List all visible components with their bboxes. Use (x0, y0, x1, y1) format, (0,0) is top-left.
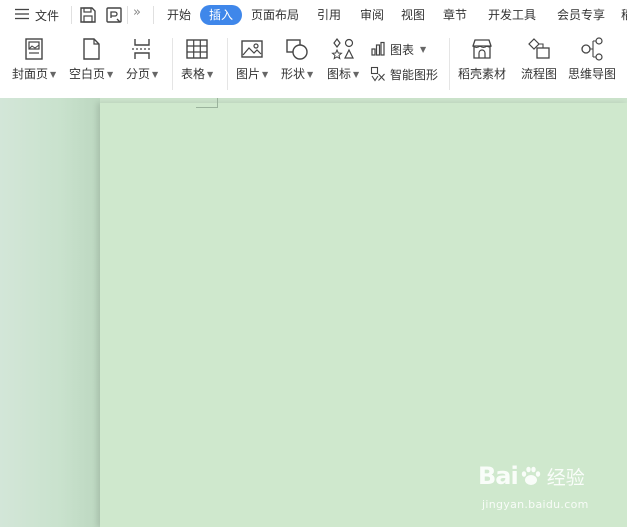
watermark-brand-right: 经验 (546, 466, 585, 489)
page-margin-corner-mark (196, 98, 218, 108)
watermark-url: jingyan.baidu.com (482, 498, 589, 511)
file-menu-label: 文件 (35, 8, 60, 23)
icon-library-label: 图标 (327, 67, 352, 81)
blank-page-icon (83, 38, 100, 60)
dropdown-caret-icon: ▼ (420, 44, 427, 54)
divider (153, 6, 154, 24)
blank-page-button[interactable]: 空白页 ▼ (69, 36, 113, 88)
more-tabs-button[interactable]: » (133, 5, 141, 21)
tab-member-exclusive[interactable]: 会员专享 (557, 7, 605, 23)
shape-label: 形状 (281, 67, 306, 81)
table-icon (186, 39, 208, 59)
divider (71, 6, 72, 24)
picture-icon (241, 40, 263, 58)
flowchart-icon (528, 38, 550, 59)
dropdown-caret-icon: ▼ (262, 69, 269, 79)
bar-chart-icon (371, 41, 385, 56)
cover-page-label: 封面页 (12, 67, 49, 81)
save-icon (80, 7, 96, 23)
docer-material-label: 稻壳素材 (458, 67, 507, 81)
page-break-button[interactable]: 分页 ▼ (126, 36, 158, 88)
divider (127, 6, 128, 24)
mind-map-button[interactable]: 思维导图 (568, 36, 616, 88)
mind-map-label: 思维导图 (568, 67, 617, 81)
flowchart-label: 流程图 (521, 67, 558, 81)
picture-button[interactable]: 图片 ▼ (236, 36, 268, 88)
ribbon: 文件 » 开始 插入 页面布局 引用 审阅 视图 章节 开发工具 会员专享 封面… (0, 0, 627, 98)
tab-page-layout[interactable]: 页面布局 (251, 7, 299, 23)
table-button[interactable]: 表格 ▼ (181, 36, 213, 88)
shape-button[interactable]: 形状 ▼ (281, 36, 313, 88)
export-icon (106, 7, 122, 23)
chart-button[interactable]: 图表 ▼ (370, 40, 426, 58)
smart-art-icon (370, 66, 385, 82)
flowchart-button[interactable]: 流程图 (521, 36, 557, 88)
baidu-jingyan-watermark: Bai 经验 jingyan.baidu.com (478, 462, 618, 518)
tab-insert[interactable]: 插入 (200, 5, 243, 25)
tab-view[interactable]: 视图 (401, 7, 425, 23)
smart-art-button[interactable]: 智能图形 (370, 65, 438, 83)
file-menu-button[interactable]: 文件 (14, 5, 59, 25)
blank-page-label: 空白页 (69, 67, 106, 81)
cover-page-button[interactable]: 封面页 ▼ (12, 36, 56, 88)
tab-home[interactable]: 开始 (167, 7, 191, 23)
dropdown-caret-icon: ▼ (353, 69, 360, 79)
cover-page-icon (25, 38, 43, 60)
table-label: 表格 (181, 67, 206, 81)
icon-library-icon (331, 38, 355, 60)
export-button[interactable] (104, 5, 124, 25)
tab-developer-tools[interactable]: 开发工具 (488, 7, 536, 23)
tab-docer[interactable]: 稻 (621, 7, 627, 23)
dropdown-caret-icon: ▼ (307, 69, 314, 79)
dropdown-caret-icon: ▼ (50, 69, 57, 79)
dropdown-caret-icon: ▼ (107, 69, 114, 79)
group-divider (449, 38, 450, 90)
double-chevron-icon: » (133, 5, 141, 20)
shape-icon (286, 39, 308, 60)
dropdown-caret-icon: ▼ (207, 69, 214, 79)
store-icon (472, 39, 492, 59)
mind-map-icon (581, 37, 603, 61)
group-divider (172, 38, 173, 90)
chart-label: 图表 (390, 42, 415, 57)
group-divider (227, 38, 228, 90)
hamburger-menu-icon (14, 7, 30, 24)
tab-chapter[interactable]: 章节 (443, 7, 467, 23)
document-canvas-margin (0, 98, 100, 527)
paw-icon (521, 466, 540, 485)
tab-review[interactable]: 审阅 (360, 7, 384, 23)
page-break-icon (132, 39, 153, 59)
save-button[interactable] (78, 5, 98, 25)
smart-art-label: 智能图形 (390, 67, 439, 82)
docer-material-button[interactable]: 稻壳素材 (458, 36, 506, 88)
tab-references[interactable]: 引用 (317, 7, 341, 23)
dropdown-caret-icon: ▼ (152, 69, 159, 79)
tab-bar: 文件 » 开始 插入 页面布局 引用 审阅 视图 章节 开发工具 会员专享 (0, 0, 627, 30)
picture-label: 图片 (236, 67, 261, 81)
page-break-label: 分页 (126, 67, 151, 81)
icon-library-button[interactable]: 图标 ▼ (327, 36, 359, 88)
watermark-brand-left: Bai (478, 462, 519, 490)
